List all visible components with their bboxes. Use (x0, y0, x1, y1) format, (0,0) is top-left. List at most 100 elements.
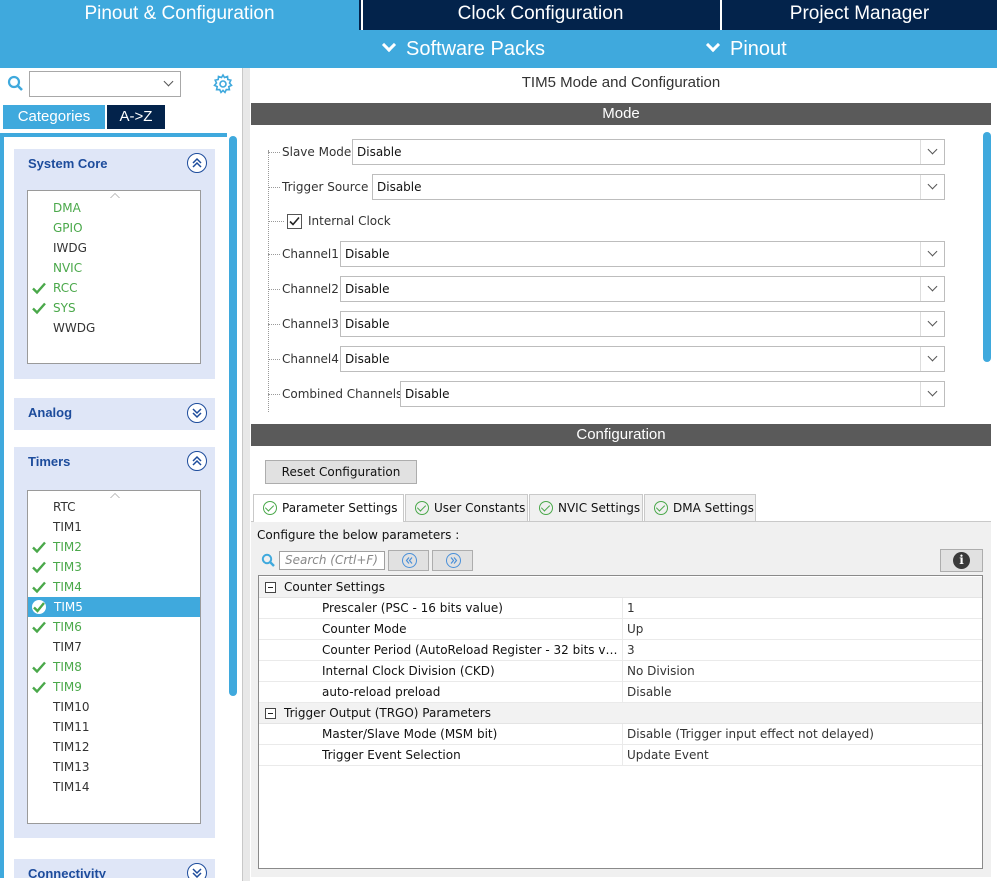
info-button[interactable]: i (940, 549, 983, 572)
list-item[interactable]: TIM7 (53, 637, 82, 657)
page-title: TIM5 Mode and Configuration (521, 74, 721, 91)
list-item[interactable]: RTC (53, 497, 75, 517)
software-packs-label: Software Packs (406, 38, 545, 60)
scroll-up-icon[interactable] (110, 193, 120, 198)
list-item[interactable]: TIM3 (53, 557, 82, 577)
channel4-label: Channel4 (282, 352, 339, 366)
table-row[interactable]: Prescaler (PSC - 16 bits value) 1 (259, 598, 982, 619)
chevron-down-icon (705, 37, 721, 53)
list-item-selected[interactable]: TIM5 (28, 597, 200, 617)
category-search-combo[interactable] (29, 71, 181, 97)
list-item[interactable]: NVIC (53, 258, 82, 278)
list-item[interactable]: IWDG (53, 238, 87, 258)
list-item[interactable]: TIM9 (53, 677, 82, 697)
list-item[interactable]: TIM8 (53, 657, 82, 677)
table-row[interactable]: auto-reload preload Disable (259, 682, 982, 703)
list-item[interactable]: TIM10 (53, 697, 90, 717)
combined-channels-select[interactable]: Disable (400, 381, 945, 407)
group-title[interactable]: System Core (14, 149, 215, 181)
parameter-value[interactable]: No Division (622, 661, 695, 682)
parameter-name: Trigger Event Selection (322, 748, 461, 762)
parameter-value[interactable]: 1 (622, 598, 635, 619)
list-item[interactable]: TIM13 (53, 757, 90, 777)
parameter-value[interactable]: Update Event (622, 745, 709, 766)
list-item[interactable]: TIM4 (53, 577, 82, 597)
mode-scrollbar[interactable] (983, 132, 991, 362)
search-icon[interactable] (7, 75, 25, 93)
collapse-icon[interactable] (187, 451, 207, 471)
group-title[interactable]: Connectivity (14, 859, 215, 878)
select-value: Disable (345, 247, 390, 261)
channel2-label: Channel2 (282, 282, 339, 296)
sub-menu-bar: Software Packs Pinout (0, 30, 997, 68)
tab-user-constants[interactable]: User Constants (405, 494, 528, 521)
channel2-select[interactable]: Disable (340, 276, 945, 302)
table-row[interactable]: Counter Period (AutoReload Register - 32… (259, 640, 982, 661)
list-item[interactable]: TIM12 (53, 737, 90, 757)
parameter-search-input[interactable]: Search (Crtl+F) (279, 551, 385, 570)
collapse-icon[interactable] (265, 582, 276, 593)
az-toggle[interactable]: A->Z (107, 105, 165, 129)
table-row[interactable]: Trigger Event Selection Update Event (259, 745, 982, 766)
list-item[interactable]: TIM6 (53, 617, 82, 637)
tab-dma-settings[interactable]: DMA Settings (644, 494, 756, 521)
expand-icon[interactable] (187, 863, 207, 878)
parameter-value[interactable]: Up (622, 619, 643, 640)
tab-label: User Constants (434, 501, 526, 515)
reset-configuration-button[interactable]: Reset Configuration (265, 460, 417, 484)
channel3-select[interactable]: Disable (340, 311, 945, 337)
list-item[interactable]: TIM1 (53, 517, 82, 537)
checkmark-icon (289, 216, 300, 226)
trigger-source-select[interactable]: Disable (372, 174, 945, 200)
search-next-button[interactable] (432, 550, 473, 571)
collapse-icon[interactable] (187, 153, 207, 173)
gear-icon[interactable] (212, 73, 234, 95)
search-previous-button[interactable] (388, 550, 429, 571)
list-item[interactable]: DMA (53, 198, 81, 218)
panel-splitter[interactable] (242, 68, 250, 881)
check-circle-icon (539, 501, 553, 515)
channel1-select[interactable]: Disable (340, 241, 945, 267)
list-item[interactable]: TIM2 (53, 537, 82, 557)
chevron-down-icon (920, 312, 944, 336)
tab-clock-configuration[interactable]: Clock Configuration (361, 0, 718, 30)
parameter-group-row[interactable]: Trigger Output (TRGO) Parameters (259, 703, 982, 724)
list-item[interactable]: RCC (53, 278, 78, 298)
software-packs-menu[interactable]: Software Packs (381, 36, 545, 62)
left-scrollbar[interactable] (229, 136, 237, 696)
tab-nvic-settings[interactable]: NVIC Settings (529, 494, 643, 521)
list-item[interactable]: SYS (53, 298, 76, 318)
scroll-up-icon[interactable] (110, 493, 120, 498)
collapse-icon[interactable] (265, 708, 276, 719)
slave-mode-select[interactable]: Disable (352, 139, 945, 165)
select-value: Disable (345, 282, 390, 296)
categories-toggle[interactable]: Categories (3, 105, 105, 129)
channel1-label: Channel1 (282, 247, 339, 261)
tab-project-manager[interactable]: Project Manager (720, 0, 997, 30)
internal-clock-checkbox[interactable] (287, 214, 302, 229)
list-item[interactable]: GPIO (53, 218, 83, 238)
parameter-group-row[interactable]: Counter Settings (259, 577, 982, 598)
table-row[interactable]: Internal Clock Division (CKD) No Division (259, 661, 982, 682)
group-title[interactable]: Timers (14, 447, 215, 479)
group-title[interactable]: Analog (14, 398, 215, 430)
expand-icon[interactable] (187, 403, 207, 423)
parameter-name: Prescaler (PSC - 16 bits value) (322, 601, 503, 615)
channel4-select[interactable]: Disable (340, 346, 945, 372)
parameter-value[interactable]: 3 (622, 640, 635, 661)
table-row[interactable]: Master/Slave Mode (MSM bit) Disable (Trig… (259, 724, 982, 745)
list-item[interactable]: WWDG (53, 318, 95, 338)
tab-label: DMA Settings (673, 501, 754, 515)
parameter-value[interactable]: Disable (622, 682, 672, 703)
tab-pinout-configuration[interactable]: Pinout & Configuration (0, 0, 359, 30)
parameter-group-title: Counter Settings (284, 580, 385, 594)
timers-listbox: RTC TIM1 TIM2 TIM3 TIM4 TIM5 TIM6 TIM7 TIM8 TIM9 T… (27, 490, 201, 824)
list-item[interactable]: TIM14 (53, 777, 90, 797)
tab-parameter-settings[interactable]: Parameter Settings (253, 494, 404, 522)
pinout-label: Pinout (730, 38, 787, 60)
select-value: Disable (405, 387, 450, 401)
parameter-value[interactable]: Disable (Trigger input effect not delaye… (622, 724, 874, 745)
pinout-menu[interactable]: Pinout (705, 36, 787, 62)
table-row[interactable]: Counter Mode Up (259, 619, 982, 640)
list-item[interactable]: TIM11 (53, 717, 90, 737)
